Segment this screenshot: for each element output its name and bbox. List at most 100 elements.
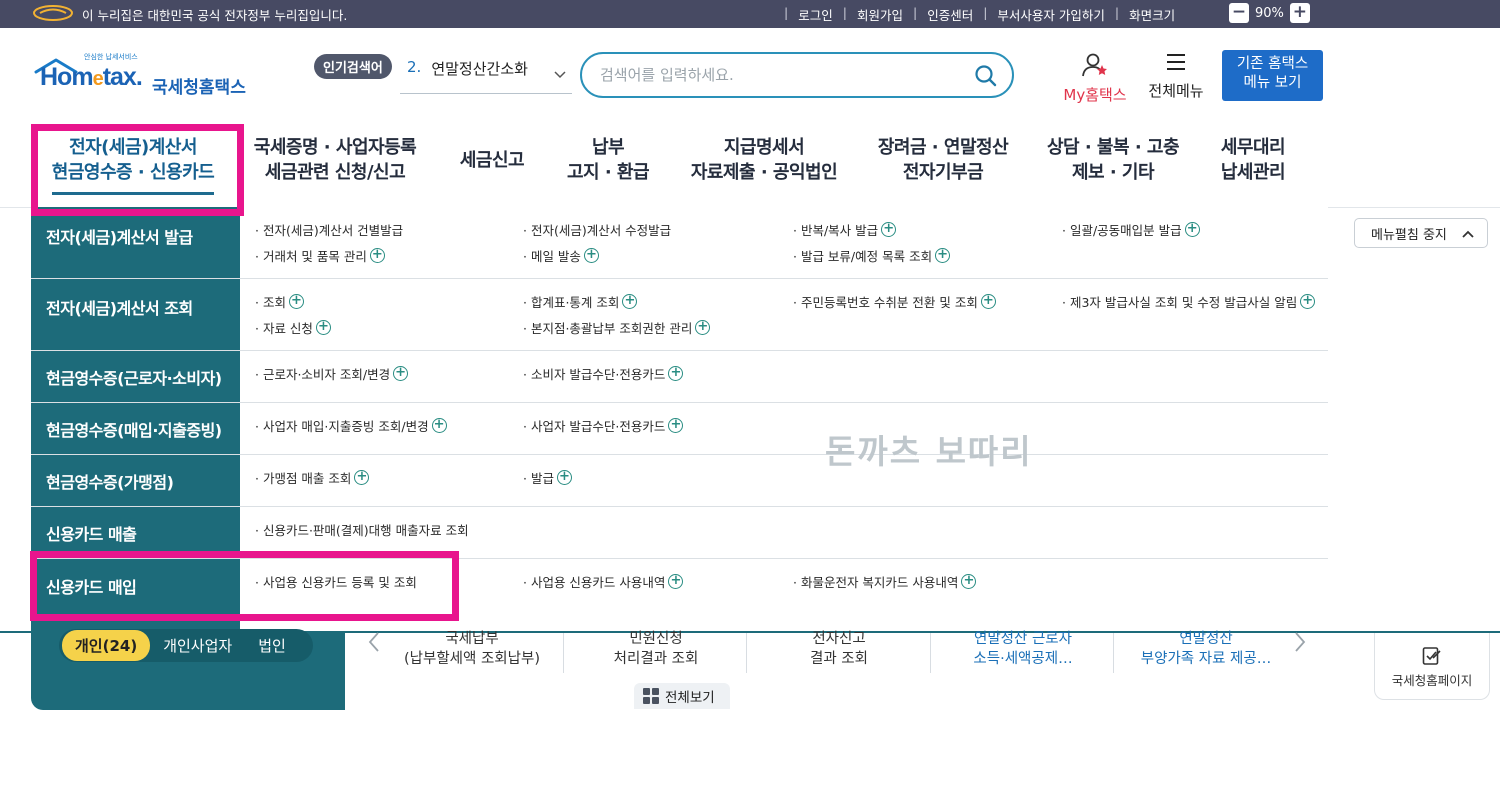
link-repeat-copy-issue[interactable]: · 반복/복사 발급 + [793,220,897,239]
category-cash-receipt-merchant[interactable]: 현금영수증(가맹점) [31,455,240,506]
link-client-item-manage[interactable]: · 거래처 및 품목 관리 + [255,246,385,265]
plus-circle-icon[interactable]: + [695,320,711,335]
plus-circle-icon[interactable]: + [354,470,370,485]
old-menu-line2: 메뉴 보기 [1243,75,1302,91]
menu-expand-stop-label: 메뉴펼침 중지 [1371,227,1447,243]
user-star-icon [1082,53,1107,77]
plus-circle-icon[interactable]: + [583,248,599,263]
plus-circle-icon[interactable]: + [1300,294,1316,309]
category-cash-receipt-consumer[interactable]: 현금영수증(근로자·소비자) [31,351,240,402]
link-einvoice-correction[interactable]: · 전자(세금)계산서 수정발급 [523,220,671,239]
view-all-button[interactable]: 전체보기 [634,683,730,709]
menu-row-cash-receipt-merchant: 현금영수증(가맹점) · 가맹점 매출 조회 + · 발급 + [31,455,1328,507]
link-einvoice-single-issue[interactable]: · 전자(세금)계산서 건별발급 [255,220,403,239]
gov-notice-text: 이 누리집은 대한민국 공식 전자정부 누리집입니다. [82,8,348,23]
menu-row-cash-receipt-business: 현금영수증(매입·지출증빙) · 사업자 매입·지출증빙 조회/변경 + · 사업… [31,403,1328,455]
quick-civil-result[interactable]: 민원신청 처리결과 조회 [565,629,747,669]
link-bulk-joint-issue[interactable]: · 일괄/공동매입분 발급 + [1062,220,1200,239]
plus-circle-icon[interactable]: + [961,574,977,589]
link-mail-send[interactable]: · 메일 발송 + [523,246,599,265]
plus-circle-icon[interactable]: + [668,574,684,589]
dept-user-signup-link[interactable]: 부서사용자 가입하기 [997,5,1104,24]
plus-circle-icon[interactable]: + [369,248,385,263]
quick-divider [563,633,564,673]
tab-individual[interactable]: 개인(24) [62,630,151,661]
popular-search-dropdown[interactable]: 2. 연말정산간소화 [400,58,572,94]
link-business-expense-inquiry[interactable]: · 사업자 매입·지출증빙 조회/변경 + [255,416,447,435]
quick-divider [746,633,747,673]
plus-circle-icon[interactable]: + [668,418,684,433]
plus-circle-icon[interactable]: + [431,418,447,433]
link-issue[interactable]: · 발급 + [523,468,572,487]
link-resident-number-convert[interactable]: · 주민등록번호 수취분 전환 및 조회 + [793,292,996,311]
nts-homepage-link[interactable]: 국세청홈페이지 [1374,633,1490,700]
grid-icon [643,688,659,704]
nav-certificates-registration[interactable]: 국세증명 · 사업자등록 세금관련 신청/신고 [250,135,420,185]
tab-sole-proprietor[interactable]: 개인사업자 [150,630,245,661]
nav-einvoice-cashreceipt-card[interactable]: 전자(세금)계산서 현금영수증 · 신용카드 [40,135,226,185]
link-card-sales-inquiry[interactable]: · 신용카드·판매(결제)대행 매출자료 조회 [255,520,469,539]
plus-circle-icon[interactable]: + [935,248,951,263]
quick-yearend-dependents[interactable]: 연말정산 부양가족 자료 제공… [1115,629,1297,669]
category-card-purchase[interactable]: 신용카드 매입 [31,559,240,631]
tab-corporation[interactable]: 법인 [245,630,299,661]
plus-circle-icon[interactable]: + [288,294,304,309]
plus-circle-icon[interactable]: + [881,222,897,237]
link-pending-scheduled-list[interactable]: · 발급 보류/예정 목록 조회 + [793,246,951,265]
link-third-party-notice[interactable]: · 제3자 발급사실 조회 및 수정 발급사실 알림 + [1062,292,1316,311]
nav-tax-filing[interactable]: 세금신고 [450,148,534,173]
link-summary-stats[interactable]: · 합계표·통계 조회 + [523,292,638,311]
menu-row-einvoice-inquiry: 전자(세금)계산서 조회 · 조회 + · 합계표·통계 조회 + · 주민등록번호… [31,279,1328,351]
link-merchant-sales[interactable]: · 가맹점 매출 조회 + [255,468,370,487]
link-business-card-usage[interactable]: · 사업용 신용카드 사용내역 + [523,572,684,591]
link-freight-welfare-card[interactable]: · 화물운전자 복지카드 사용내역 + [793,572,977,591]
nav-incentives-yearend[interactable]: 장려금 · 연말정산 전자기부금 [870,135,1016,185]
plus-circle-icon[interactable]: + [980,294,996,309]
logo-name: 국세청홈택스 [152,78,246,98]
signup-link[interactable]: 회원가입 [857,5,903,24]
menu-row-einvoice-issue: 전자(세금)계산서 발급 · 전자(세금)계산서 건별발급 · 전자(세금)계산… [31,207,1328,279]
all-menu-button[interactable]: 전체메뉴 [1144,52,1208,101]
link-business-card[interactable]: · 사업자 발급수단·전용카드 + [523,416,684,435]
link-consumer-inquiry[interactable]: · 근로자·소비자 조회/변경 + [255,364,409,383]
nav-tax-agent[interactable]: 세무대리 납세관리 [1206,135,1300,185]
quick-efiling-result[interactable]: 전자신고 결과 조회 [748,629,930,669]
old-menu-button[interactable]: 기존 홈택스 메뉴 보기 [1222,50,1323,101]
link-branch-permission[interactable]: · 본지점·총괄납부 조회권한 관리 + [523,318,711,337]
cert-center-link[interactable]: 인증센터 [927,5,973,24]
category-einvoice-issue[interactable]: 전자(세금)계산서 발급 [31,207,240,278]
link-business-card-register[interactable]: · 사업용 신용카드 등록 및 조회 [255,572,417,591]
quick-yearend-worker[interactable]: 연말정산 근로자 소득·세액공제… [932,629,1114,669]
arrow-left-icon[interactable] [367,631,381,653]
zoom-out-button[interactable]: − [1229,3,1249,23]
nav-payment-refund[interactable]: 납부 고지 · 환급 [555,135,661,185]
arrow-right-icon[interactable] [1293,631,1307,653]
plus-circle-icon[interactable]: + [668,366,684,381]
search-icon[interactable] [974,64,998,88]
plus-circle-icon[interactable]: + [622,294,638,309]
chevron-up-icon [1462,230,1474,238]
quick-tax-payment[interactable]: 국세납부 (납부할세액 조회납부) [381,629,563,669]
category-card-sales[interactable]: 신용카드 매출 [31,507,240,558]
my-hometax-button[interactable]: My홈택스 [1058,52,1132,105]
main-nav: 전자(세금)계산서 현금영수증 · 신용카드 국세증명 · 사업자등록 세금관련 신… [0,120,1500,208]
nav-consulting-appeal[interactable]: 상담 · 불복 · 고충 제보 · 기타 [1042,135,1184,185]
menu-row-card-purchase: 신용카드 매입 · 사업용 신용카드 등록 및 조회 · 사업용 신용카드 사용… [31,559,1328,631]
zoom-in-button[interactable]: + [1289,3,1310,23]
plus-circle-icon[interactable]: + [393,366,409,381]
plus-circle-icon[interactable]: + [1184,222,1200,237]
my-hometax-label: My홈택스 [1063,86,1127,104]
plus-circle-icon[interactable]: + [556,470,572,485]
category-cash-receipt-business[interactable]: 현금영수증(매입·지출증빙) [31,403,240,454]
nav-active-indicator [52,192,214,195]
link-inquiry[interactable]: · 조회 + [255,292,304,311]
hometax-logo[interactable]: 안심한 납세서비스 Hometax. 국세청홈택스 [34,52,254,102]
link-consumer-card[interactable]: · 소비자 발급수단·전용카드 + [523,364,684,383]
category-einvoice-inquiry[interactable]: 전자(세금)계산서 조회 [31,279,240,350]
plus-circle-icon[interactable]: + [315,320,331,335]
menu-expand-stop-button[interactable]: 메뉴펼침 중지 [1354,218,1488,248]
login-link[interactable]: 로그인 [798,5,833,24]
search-input[interactable] [600,64,960,86]
nav-payment-statement[interactable]: 지급명세서 자료제출 · 공익법인 [684,135,844,185]
link-data-request[interactable]: · 자료 신청 + [255,318,331,337]
